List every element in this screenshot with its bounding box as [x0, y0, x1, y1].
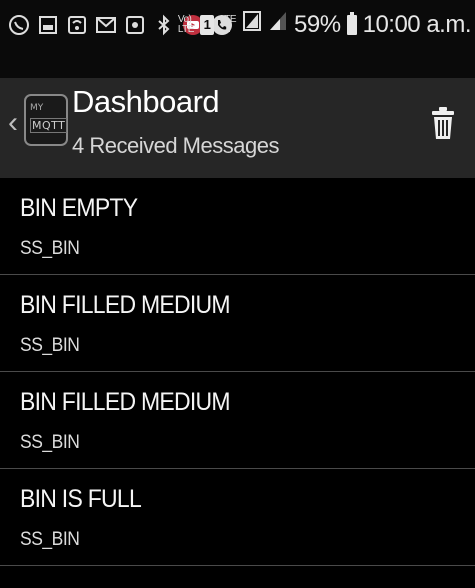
battery-icon — [346, 11, 357, 35]
message-title: BIN EMPTY — [20, 194, 138, 222]
app-logo[interactable]: MY MQTT — [24, 94, 68, 146]
trash-icon — [432, 107, 454, 139]
message-title: BIN FILLED MEDIUM — [20, 291, 231, 319]
message-topic: SS_BIN — [20, 238, 80, 259]
page-title: Dashboard — [72, 84, 220, 119]
list-item[interactable]: BIN FILLED MEDIUM SS_BIN — [0, 372, 475, 469]
bluetooth-icon — [153, 14, 175, 36]
message-topic: SS_BIN — [20, 432, 80, 453]
gmail-icon — [95, 14, 117, 36]
sim-icon — [66, 14, 88, 36]
back-chevron-icon[interactable]: ‹ — [8, 108, 18, 138]
lte-indicator: LTE ⇵ — [219, 13, 237, 35]
status-bar: Vo) LTE 1 LTE ⇵ 59% 10:00 a.m. — [0, 0, 475, 78]
nfc-icon — [242, 10, 262, 39]
message-topic: SS_BIN — [20, 529, 80, 550]
message-topic: SS_BIN — [20, 335, 80, 356]
screenshot-icon — [124, 14, 146, 36]
message-title: BIN IS FULL — [20, 485, 142, 513]
data-arrows-icon: ⇵ — [224, 23, 232, 35]
signal-icon — [268, 10, 288, 39]
page-subtitle: 4 Received Messages — [72, 133, 279, 158]
delete-messages-button[interactable] — [429, 104, 457, 142]
logo-text-top: MY — [30, 103, 44, 113]
battery-percent: 59% — [294, 10, 341, 38]
message-title: BIN FILLED MEDIUM — [20, 388, 231, 416]
list-item[interactable]: BIN IS FULL SS_BIN — [0, 469, 475, 566]
logo-text-bottom: MQTT — [30, 118, 68, 133]
whatsapp-icon — [8, 14, 30, 36]
list-item[interactable]: BIN EMPTY SS_BIN — [0, 178, 475, 275]
gallery-icon — [37, 14, 59, 36]
app-header: ‹ MY MQTT Dashboard 4 Received Messages — [0, 78, 475, 178]
volte-indicator: Vo) LTE — [177, 13, 195, 35]
message-list: BIN EMPTY SS_BIN BIN FILLED MEDIUM SS_BI… — [0, 178, 475, 566]
clock: 10:00 a.m. — [362, 10, 472, 38]
system-status: Vo) LTE 1 LTE ⇵ 59% 10:00 a.m. — [177, 10, 472, 39]
sim-badge: 1 — [199, 14, 214, 35]
list-item[interactable]: BIN FILLED MEDIUM SS_BIN — [0, 275, 475, 372]
